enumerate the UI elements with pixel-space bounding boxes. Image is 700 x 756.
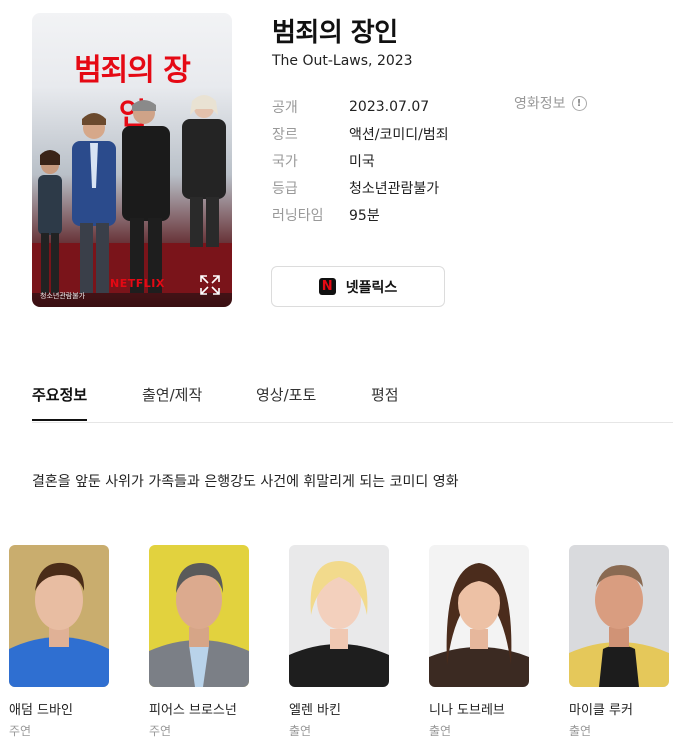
movie-synopsis: 결혼을 앞둔 사위가 가족들과 은행강도 사건에 휘말리게 되는 코미디 영화 <box>32 474 459 490</box>
cast-photo <box>429 545 529 687</box>
movie-poster[interactable]: 범죄의 장인 NETFLIX 청소년관람불가 <box>32 13 232 307</box>
meta-row-rating: 등급 청소년관람불가 <box>272 174 449 201</box>
poster-brand-logo: NETFLIX <box>110 277 165 290</box>
netflix-watch-button[interactable]: N 넷플릭스 <box>271 266 445 307</box>
poster-rating-mark: 청소년관람불가 <box>40 292 86 300</box>
cast-role: 출연 <box>429 724 452 738</box>
netflix-logo-icon: N <box>318 278 336 295</box>
cast-role: 출연 <box>569 724 592 738</box>
info-icon: ! <box>571 95 587 111</box>
cast-role: 주연 <box>9 724 32 738</box>
meta-value: 2023.07.07 <box>349 98 430 115</box>
meta-value: 미국 <box>349 153 375 170</box>
meta-row-release: 공개 2023.07.07 <box>272 93 449 120</box>
tab-cast-crew[interactable]: 출연/제작 <box>142 384 202 419</box>
cast-item[interactable]: 피어스 브로스넌 주연 <box>149 545 249 739</box>
cast-name: 애덤 드바인 <box>9 703 73 718</box>
cast-role: 주연 <box>149 724 172 738</box>
cast-name: 마이클 루커 <box>569 703 633 718</box>
movie-info-label: 영화정보 <box>514 96 566 112</box>
movie-title: 범죄의 장인 <box>272 18 398 48</box>
meta-value: 95분 <box>349 207 380 224</box>
tab-bar: 주요정보 출연/제작 영상/포토 평점 <box>32 380 673 423</box>
meta-row-country: 국가 미국 <box>272 147 449 174</box>
meta-value: 청소년관람불가 <box>349 180 440 197</box>
cast-item[interactable]: 애덤 드바인 주연 <box>9 545 109 739</box>
meta-row-runtime: 러닝타임 95분 <box>272 201 449 228</box>
movie-subtitle: The Out-Laws, 2023 <box>272 53 413 69</box>
cast-photo <box>569 545 669 687</box>
cast-name: 엘렌 바킨 <box>289 703 341 718</box>
movie-info-link[interactable]: 영화정보 ! <box>514 93 587 113</box>
meta-row-genre: 장르 액션/코미디/범죄 <box>272 120 449 147</box>
meta-label: 장르 <box>272 126 298 143</box>
cast-photo <box>289 545 389 687</box>
netflix-button-label: 넷플릭스 <box>345 279 398 296</box>
tab-video-photo[interactable]: 영상/포토 <box>256 384 316 419</box>
meta-label: 국가 <box>272 153 298 170</box>
tab-main-info[interactable]: 주요정보 <box>32 384 88 421</box>
cast-photo <box>9 545 109 687</box>
netflix-logo-letter: N <box>321 279 333 294</box>
cast-item[interactable]: 마이클 루커 출연 <box>569 545 669 739</box>
cast-item[interactable]: 니나 도브레브 출연 <box>429 545 529 739</box>
meta-label: 공개 <box>272 99 298 116</box>
cast-photo <box>149 545 249 687</box>
cast-item[interactable]: 엘렌 바킨 출연 <box>289 545 389 739</box>
cast-name: 니나 도브레브 <box>429 703 505 718</box>
poster-people-art <box>32 95 232 293</box>
expand-icon[interactable] <box>198 273 222 297</box>
cast-name: 피어스 브로스넌 <box>149 703 237 718</box>
meta-label: 등급 <box>272 180 298 197</box>
meta-value: 액션/코미디/범죄 <box>349 126 449 143</box>
cast-role: 출연 <box>289 724 312 738</box>
movie-meta-list: 공개 2023.07.07 장르 액션/코미디/범죄 국가 미국 등급 청소년관… <box>272 93 449 228</box>
meta-label: 러닝타임 <box>272 207 324 224</box>
tab-rating[interactable]: 평점 <box>371 384 399 419</box>
